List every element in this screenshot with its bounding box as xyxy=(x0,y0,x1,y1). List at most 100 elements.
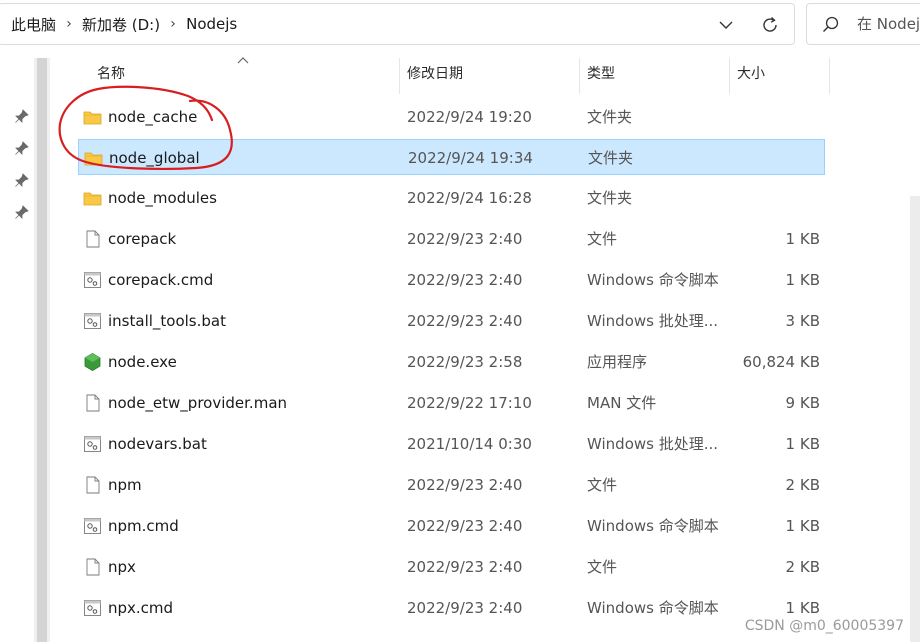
list-item[interactable]: npx.cmd 2022/9/23 2:40 Windows 命令脚本 1 KB xyxy=(78,590,825,626)
list-item[interactable]: node_etw_provider.man 2022/9/22 17:10 MA… xyxy=(78,385,825,421)
script-icon xyxy=(84,313,101,329)
column-header-name[interactable]: 名称 xyxy=(97,52,125,96)
file-name: corepack.cmd xyxy=(108,271,214,289)
list-item[interactable]: install_tools.bat 2022/9/23 2:40 Windows… xyxy=(78,303,825,339)
refresh-icon[interactable] xyxy=(759,14,781,36)
file-icon xyxy=(86,230,100,248)
column-header-date[interactable]: 修改日期 xyxy=(407,52,463,96)
list-item[interactable]: node.exe 2022/9/23 2:58 应用程序 60,824 KB xyxy=(78,344,825,380)
file-date: 2022/9/22 17:10 xyxy=(407,394,532,412)
column-header-size[interactable]: 大小 xyxy=(737,52,765,96)
list-item-selected[interactable]: node_global 2022/9/24 19:34 文件夹 xyxy=(78,139,825,175)
file-type: 应用程序 xyxy=(587,353,648,371)
file-name: npm.cmd xyxy=(108,517,179,535)
file-type: 文件夹 xyxy=(588,149,634,167)
scrollbar-thumb[interactable] xyxy=(37,58,47,642)
pin-icon[interactable] xyxy=(14,140,30,156)
file-size: 1 KB xyxy=(785,271,820,289)
pin-icon[interactable] xyxy=(14,204,30,220)
script-icon xyxy=(84,600,101,616)
file-size: 3 KB xyxy=(785,312,820,330)
toolbar: 此电脑 › 新加卷 (D:) › Nodejs 在 Nodejs xyxy=(0,0,920,48)
pin-icon[interactable] xyxy=(14,108,30,124)
file-name: node.exe xyxy=(108,353,177,371)
chevron-down-icon[interactable] xyxy=(715,14,737,36)
file-type: 文件 xyxy=(587,230,618,248)
file-date: 2022/9/23 2:58 xyxy=(407,353,523,371)
breadcrumb-this-pc[interactable]: 此电脑 xyxy=(9,14,58,35)
column-divider[interactable] xyxy=(729,58,730,94)
file-type: 文件 xyxy=(587,558,618,576)
file-icon xyxy=(86,394,100,412)
file-name: npx.cmd xyxy=(108,599,174,617)
file-type: Windows 命令脚本 xyxy=(587,271,719,289)
file-size: 1 KB xyxy=(785,517,820,535)
script-icon xyxy=(84,436,101,452)
list-item[interactable]: npm 2022/9/23 2:40 文件 2 KB xyxy=(78,467,825,503)
file-name: nodevars.bat xyxy=(108,435,207,453)
file-date: 2022/9/23 2:40 xyxy=(407,558,523,576)
chevron-right-icon[interactable]: › xyxy=(162,16,184,32)
file-name: node_modules xyxy=(108,189,217,207)
chevron-right-icon[interactable]: › xyxy=(58,16,80,32)
node-icon xyxy=(84,353,101,371)
file-date: 2022/9/23 2:40 xyxy=(407,312,523,330)
breadcrumb-drive-d[interactable]: 新加卷 (D:) xyxy=(80,14,162,35)
file-date: 2022/9/23 2:40 xyxy=(407,230,523,248)
file-size: 9 KB xyxy=(785,394,820,412)
file-name: node_cache xyxy=(108,108,198,126)
file-type: Windows 命令脚本 xyxy=(587,517,719,535)
file-name: npx xyxy=(108,558,136,576)
file-type: 文件夹 xyxy=(587,108,633,126)
list-item[interactable]: node_modules 2022/9/24 16:28 文件夹 xyxy=(78,180,825,216)
column-divider[interactable] xyxy=(399,58,400,94)
navigation-pane xyxy=(0,48,34,642)
file-icon xyxy=(86,558,100,576)
file-type: Windows 批处理... xyxy=(587,312,719,330)
list-item[interactable]: corepack 2022/9/23 2:40 文件 1 KB xyxy=(78,221,825,257)
file-date: 2022/9/23 2:40 xyxy=(407,517,523,535)
watermark: CSDN @m0_60005397 xyxy=(744,618,904,634)
column-header-type[interactable]: 类型 xyxy=(587,52,615,96)
list-item[interactable]: npm.cmd 2022/9/23 2:40 Windows 命令脚本 1 KB xyxy=(78,508,825,544)
file-name: corepack xyxy=(108,230,177,248)
search-input[interactable]: 在 Nodejs xyxy=(857,4,920,44)
folder-icon xyxy=(83,111,102,125)
file-date: 2021/10/14 0:30 xyxy=(407,435,532,453)
column-divider[interactable] xyxy=(829,58,830,94)
column-headers: 名称 修改日期 类型 大小 xyxy=(0,52,920,96)
file-date: 2022/9/23 2:40 xyxy=(407,271,523,289)
file-size: 1 KB xyxy=(785,230,820,248)
file-date: 2022/9/23 2:40 xyxy=(407,476,523,494)
pin-icon[interactable] xyxy=(14,172,30,188)
file-date: 2022/9/24 16:28 xyxy=(407,189,532,207)
file-date: 2022/9/24 19:20 xyxy=(407,108,532,126)
script-icon xyxy=(84,518,101,534)
column-divider[interactable] xyxy=(579,58,580,94)
list-item[interactable]: nodevars.bat 2021/10/14 0:30 Windows 批处理… xyxy=(78,426,825,462)
nav-pane-scrollbar[interactable] xyxy=(34,58,50,642)
file-size: 60,824 KB xyxy=(742,353,820,371)
search-box[interactable]: 在 Nodejs xyxy=(806,3,920,45)
file-size: 2 KB xyxy=(785,558,820,576)
file-type: Windows 命令脚本 xyxy=(587,599,719,617)
file-type: MAN 文件 xyxy=(587,394,657,412)
file-size: 2 KB xyxy=(785,476,820,494)
folder-icon xyxy=(84,152,103,166)
file-type: Windows 批处理... xyxy=(587,435,719,453)
script-icon xyxy=(84,272,101,288)
breadcrumb: 此电脑 › 新加卷 (D:) › Nodejs xyxy=(9,4,239,44)
file-type: 文件 xyxy=(587,476,618,494)
list-item[interactable]: node_cache 2022/9/24 19:20 文件夹 xyxy=(78,99,825,135)
file-icon xyxy=(86,476,100,494)
right-scrollbar[interactable] xyxy=(907,196,920,642)
address-bar[interactable]: 此电脑 › 新加卷 (D:) › Nodejs xyxy=(0,3,795,45)
list-item[interactable]: npx 2022/9/23 2:40 文件 2 KB xyxy=(78,549,825,585)
file-size: 1 KB xyxy=(785,435,820,453)
file-date: 2022/9/23 2:40 xyxy=(407,599,523,617)
breadcrumb-nodejs[interactable]: Nodejs xyxy=(184,15,239,33)
list-item[interactable]: corepack.cmd 2022/9/23 2:40 Windows 命令脚本… xyxy=(78,262,825,298)
file-name: npm xyxy=(108,476,142,494)
file-name: install_tools.bat xyxy=(108,312,226,330)
file-name: node_global xyxy=(109,149,200,167)
